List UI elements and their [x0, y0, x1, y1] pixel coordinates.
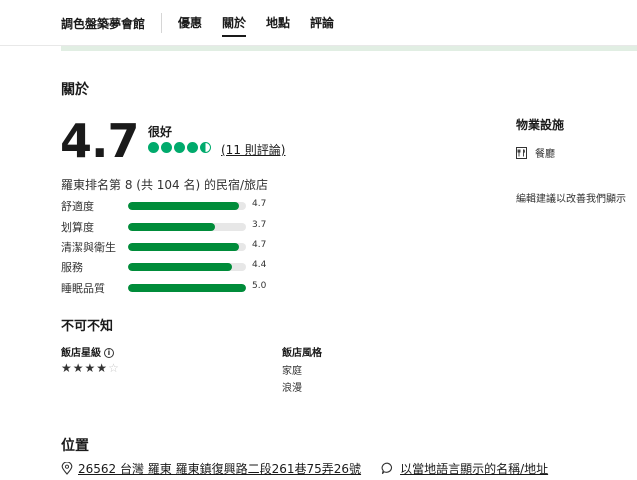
- bubble-rating: [148, 142, 211, 154]
- rating-bar: [128, 202, 246, 210]
- address-link[interactable]: 26562 台灣 羅東 羅東鎮復興路二段261巷75弄26號: [78, 460, 361, 477]
- rating-bar: [128, 263, 246, 271]
- location-title: 位置: [61, 438, 89, 454]
- rating-bar-fill: [128, 202, 239, 210]
- rating-row-service: 服務 4.4: [61, 259, 281, 275]
- info-icon[interactable]: i: [104, 348, 114, 358]
- restaurant-icon: [516, 146, 527, 159]
- rating-bar: [128, 243, 246, 251]
- speech-bubble-icon: [381, 462, 393, 474]
- star-icon: ★: [61, 361, 73, 375]
- hotel-style-value: 家庭: [282, 366, 302, 377]
- tab-about[interactable]: 關於: [222, 14, 247, 37]
- good-to-know-title: 不可不知: [61, 319, 114, 334]
- hotel-name[interactable]: 調色盤築夢會館: [61, 15, 145, 32]
- address-row: 26562 台灣 羅東 羅東鎮復興路二段261巷75弄26號 以當地語言顯示的名…: [61, 460, 548, 476]
- rating-value: 4.7: [252, 199, 267, 209]
- rating-value: 3.7: [252, 220, 267, 230]
- bubble-icon: [161, 142, 172, 153]
- rating-bar-fill: [128, 243, 239, 251]
- map-pin-icon: [61, 461, 73, 475]
- hotel-class-text: 飯店星級: [61, 348, 101, 359]
- hotel-class-stars: ★★★★☆: [61, 361, 120, 375]
- rating-row-comfort: 舒適度 4.7: [61, 198, 281, 214]
- rating-value: 5.0: [252, 281, 267, 291]
- nav-divider: [161, 13, 162, 33]
- hotel-style-label: 飯店風格: [282, 348, 322, 359]
- tab-location[interactable]: 地點: [266, 14, 290, 31]
- top-nav: 調色盤築夢會館 優惠 關於 地點 評論: [0, 0, 637, 46]
- rating-value: 4.4: [252, 260, 267, 270]
- rating-bar-fill: [128, 223, 216, 231]
- rating-name: 划算度: [61, 221, 94, 234]
- rating-name: 服務: [61, 261, 83, 274]
- tab-reviews[interactable]: 評論: [310, 14, 334, 31]
- bubble-icon: [187, 142, 198, 153]
- facility-label: 餐廳: [535, 149, 555, 160]
- star-icon: ★: [84, 361, 97, 375]
- reviews-link[interactable]: (11 則評論): [221, 141, 285, 158]
- tab-deals[interactable]: 優惠: [178, 14, 202, 31]
- bubble-icon: [148, 142, 159, 153]
- rating-row-sleep: 睡眠品質 5.0: [61, 280, 281, 296]
- rating-bar: [128, 284, 246, 292]
- half-bubble-icon: [200, 142, 211, 153]
- score-label: 很好: [148, 125, 173, 139]
- local-language-link[interactable]: 以當地語言顯示的名稱/地址: [400, 460, 548, 477]
- hotel-style-value: 浪漫: [282, 383, 302, 394]
- rating-row-cleanliness: 清潔與衛生 4.7: [61, 239, 281, 255]
- facilities-title: 物業設施: [516, 118, 565, 132]
- hotel-class-label: 飯店星級 i: [61, 344, 114, 359]
- header-strip: [61, 46, 637, 51]
- about-title: 關於: [61, 82, 89, 98]
- star-icon: ★: [96, 361, 109, 375]
- rating-bar: [128, 223, 246, 231]
- rating-bar-fill: [128, 284, 246, 292]
- bubble-icon: [174, 142, 185, 153]
- rating-name: 舒適度: [61, 200, 94, 213]
- rating-row-value: 划算度 3.7: [61, 219, 281, 235]
- rating-bar-fill: [128, 263, 232, 271]
- suggest-edit-link[interactable]: 編輯建議以改善我們顯示: [516, 190, 626, 205]
- rating-name: 睡眠品質: [61, 282, 105, 295]
- star-icon: ★: [72, 361, 85, 375]
- empty-star-icon: ☆: [108, 361, 120, 375]
- rating-value: 4.7: [252, 240, 267, 250]
- overall-score: 4.7: [60, 114, 139, 168]
- rating-name: 清潔與衛生: [61, 241, 116, 254]
- ranking-text: 羅東排名第 8 (共 104 名) 的民宿/旅店: [61, 178, 269, 192]
- facility-item: 餐廳: [516, 145, 555, 160]
